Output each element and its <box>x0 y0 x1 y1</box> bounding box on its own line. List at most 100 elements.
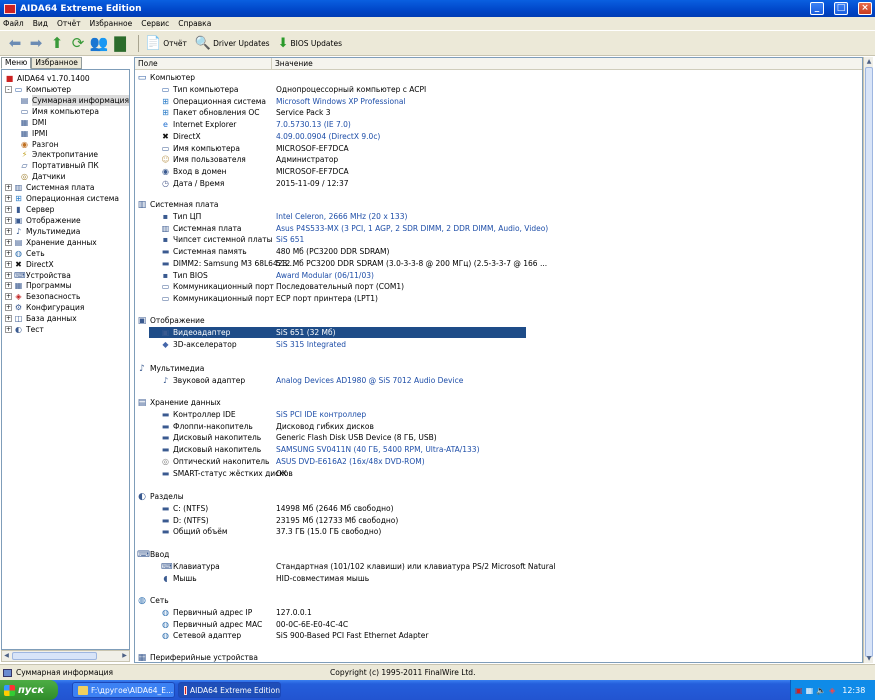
minimize-button[interactable]: _ <box>810 2 824 15</box>
tree-item[interactable]: + ♪ Мультимедиа <box>5 226 80 237</box>
tree-item[interactable]: + ▥ Системная плата <box>5 182 95 193</box>
driver-updates-button[interactable]: 🔍 Driver Updates <box>195 36 270 51</box>
scroll-down-icon[interactable]: ▼ <box>864 654 874 663</box>
shield-icon[interactable]: ◈ <box>829 686 835 695</box>
detail-row[interactable]: ▭ Коммуникационный порт ECP порт принтера … <box>135 293 862 304</box>
back-arrow-icon[interactable]: ⬅ <box>6 34 24 52</box>
detail-row[interactable]: ▬ DIMM2: Samsung M3 68L6423... 512 Мб PC32… <box>135 258 862 269</box>
tree-item[interactable]: ■ AIDA64 v1.70.1400 <box>5 73 90 84</box>
detail-row[interactable]: ◷ Дата / Время 2015-11-09 / 12:37 <box>135 178 862 189</box>
field-value[interactable]: SiS 651 <box>276 234 304 245</box>
expand-icon[interactable]: + <box>5 326 12 334</box>
taskbar-item-folder[interactable]: F:\другое\AIDA64_E... <box>72 682 175 698</box>
bios-updates-button[interactable]: ⬇ BIOS Updates <box>278 36 342 51</box>
detail-row[interactable]: ◍ Сетевой адаптер SiS 900-Based PCI Fast E… <box>135 630 862 641</box>
field-value[interactable]: Intel Celeron, 2666 MHz (20 x 133) <box>276 211 407 222</box>
tree-item[interactable]: ▱ Портативный ПК <box>20 160 98 171</box>
detail-row[interactable]: ▪ Тип ЦП Intel Celeron, 2666 MHz (20 x 133… <box>135 211 862 222</box>
collapse-icon[interactable]: - <box>5 85 12 93</box>
detail-row[interactable]: ◎ Оптический накопитель ASUS DVD-E616A2 (1… <box>135 456 862 467</box>
detail-row[interactable]: ▪ Тип BIOS Award Modular (06/11/03) <box>135 270 862 281</box>
field-value[interactable]: Asus P4S533-MX (3 PCI, 1 AGP, 2 SDR DIMM… <box>276 223 548 234</box>
report-button[interactable]: 📄 Отчёт <box>145 36 187 51</box>
detail-row[interactable]: ▭ Коммуникационный порт Последовательный п… <box>135 281 862 292</box>
column-value[interactable]: Значение <box>272 58 862 70</box>
field-value[interactable]: Microsoft Windows XP Professional <box>276 96 406 107</box>
detail-row[interactable]: ◍ Первичный адрес IP 127.0.0.1 <box>135 607 862 618</box>
users-icon[interactable]: 👥 <box>90 34 109 52</box>
field-value[interactable]: SAMSUNG SV0411N (40 ГБ, 5400 RPM, Ultra-… <box>276 444 480 455</box>
field-value[interactable]: Analog Devices AD1980 @ SiS 7012 Audio D… <box>276 375 463 386</box>
field-value[interactable]: SiS PCI IDE контроллер <box>276 409 366 420</box>
start-button[interactable]: пуск <box>0 680 58 700</box>
detail-row[interactable]: ▬ Системная память 480 Мб (PC3200 DDR SDRA… <box>135 246 862 257</box>
detail-row[interactable]: ▬ Общий объём 37.3 ГБ (15.0 ГБ свободно) <box>135 526 862 537</box>
detail-row[interactable]: ♪ Звуковой адаптер Analog Devices AD1980 @… <box>135 375 862 386</box>
tree-item[interactable]: + ▤ Хранение данных <box>5 237 97 248</box>
detail-row[interactable]: ▬ D: (NTFS) 23195 Мб (12733 Мб свободно) <box>135 515 862 526</box>
tree-item[interactable]: ▭ Имя компьютера <box>20 106 99 117</box>
detail-row[interactable]: ▬ Дисковый накопитель SAMSUNG SV0411N (40 … <box>135 444 862 455</box>
field-value[interactable]: 4.09.00.0904 (DirectX 9.0c) <box>276 131 380 142</box>
detail-row[interactable]: ▥ Системная плата Asus P4S533-MX (3 PCI, 1… <box>135 223 862 234</box>
detail-row[interactable]: ☺ Имя пользователя Администратор <box>135 154 862 165</box>
tree-item[interactable]: + ⊞ Операционная система <box>5 193 119 204</box>
detail-row[interactable]: ▬ Контроллер IDE SiS PCI IDE контроллер <box>135 409 862 420</box>
up-arrow-icon[interactable]: ⬆ <box>48 34 66 52</box>
expand-icon[interactable]: + <box>5 271 12 279</box>
tab-menu[interactable]: Меню <box>1 57 32 69</box>
tree-item[interactable]: ▦ DMI <box>20 117 47 128</box>
close-button[interactable]: × <box>858 2 872 15</box>
detail-row[interactable]: ▪ Чипсет системной платы SiS 651 <box>135 234 862 245</box>
expand-icon[interactable]: + <box>5 216 12 224</box>
detail-row[interactable]: e Internet Explorer 7.0.5730.13 (IE 7.0) <box>135 119 862 130</box>
detail-row[interactable]: ▣ Видеоадаптер SiS 651 (32 Мб) <box>135 327 862 338</box>
maximize-button[interactable]: □ <box>834 2 848 15</box>
expand-icon[interactable]: + <box>5 315 12 323</box>
menu-favorites[interactable]: Избранное <box>90 19 133 28</box>
expand-icon[interactable]: + <box>5 195 12 203</box>
tree-item[interactable]: + ⌨ Устройства <box>5 270 71 281</box>
detail-row[interactable]: ✖ DirectX 4.09.00.0904 (DirectX 9.0c) <box>135 131 862 142</box>
detail-row[interactable]: ◍ Первичный адрес MAC 00-0C-6E-E0-4C-4C <box>135 619 862 630</box>
clock[interactable]: 12:38 <box>842 686 865 695</box>
tree-item[interactable]: + ▣ Отображение <box>5 215 81 226</box>
tree-item[interactable]: ▤ Суммарная информация <box>20 94 129 106</box>
tree-item[interactable]: ▦ IPMI <box>20 128 48 139</box>
detail-row[interactable]: ⊞ Операционная система Microsoft Windows X… <box>135 96 862 107</box>
menu-service[interactable]: Сервис <box>141 19 169 28</box>
refresh-icon[interactable]: ⟳ <box>69 34 87 52</box>
screen-icon[interactable]: ▇ <box>111 34 129 52</box>
scroll-right-icon[interactable]: ▶ <box>120 651 129 661</box>
expand-icon[interactable]: + <box>5 282 12 290</box>
tree-horizontal-scrollbar[interactable]: ◀ ▶ <box>1 650 130 662</box>
column-field[interactable]: Поле <box>135 58 272 70</box>
tree-item[interactable]: + ◈ Безопасность <box>5 291 80 302</box>
tree-item[interactable]: + ✖ DirectX <box>5 259 54 270</box>
network-icon[interactable]: ▦ <box>806 686 814 695</box>
menu-report[interactable]: Отчёт <box>57 19 81 28</box>
field-value[interactable]: 7.0.5730.13 (IE 7.0) <box>276 119 351 130</box>
tree-item[interactable]: ◉ Разгон <box>20 139 59 150</box>
detail-row[interactable]: ◖ Мышь HID-совместимая мышь <box>135 573 862 584</box>
tree-item[interactable]: + ◐ Тест <box>5 324 44 335</box>
field-value[interactable]: Award Modular (06/11/03) <box>276 270 374 281</box>
field-value[interactable]: SiS 651 (32 Мб) <box>276 327 336 338</box>
expand-icon[interactable]: + <box>5 238 12 246</box>
title-bar[interactable]: AIDA64 Extreme Edition _ □ × <box>0 0 875 17</box>
expand-icon[interactable]: + <box>5 184 12 192</box>
expand-icon[interactable]: + <box>5 249 12 257</box>
detail-row[interactable]: ▬ Дисковый накопитель Generic Flash Disk U… <box>135 432 862 443</box>
detail-row[interactable]: ▬ SMART-статус жёстких дисков OK <box>135 468 862 479</box>
expand-icon[interactable]: + <box>5 260 12 268</box>
expand-icon[interactable]: + <box>5 227 12 235</box>
field-value[interactable]: SiS 315 Integrated <box>276 339 346 350</box>
scroll-up-icon[interactable]: ▲ <box>864 57 874 66</box>
tree-item[interactable]: ◎ Датчики <box>20 171 66 182</box>
tree-item[interactable]: + ▮ Сервер <box>5 204 54 215</box>
vertical-scrollbar[interactable]: ▲ ▼ <box>863 57 873 663</box>
detail-row[interactable]: ⌨ Клавиатура Стандартная (101/102 клавиши)… <box>135 561 862 572</box>
detail-row[interactable]: ◉ Вход в домен MICROSOF-EF7DCA <box>135 166 862 177</box>
menu-file[interactable]: Файл <box>3 19 24 28</box>
menu-help[interactable]: Справка <box>178 19 211 28</box>
